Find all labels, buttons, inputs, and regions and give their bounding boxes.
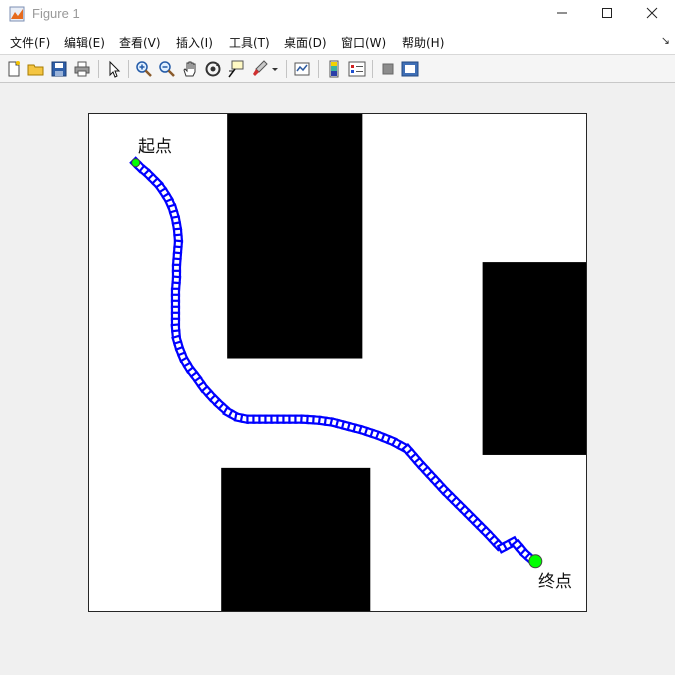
menu-help[interactable]: 帮助(H) bbox=[402, 34, 444, 51]
dock-arrow-icon[interactable]: ↘ bbox=[661, 34, 670, 47]
toolbar-separator bbox=[318, 60, 319, 78]
window-title: Figure 1 bbox=[32, 6, 80, 21]
close-icon bbox=[646, 7, 658, 19]
zoom-in-icon bbox=[136, 61, 152, 77]
start-point-marker bbox=[131, 158, 141, 168]
toolbar-separator bbox=[98, 60, 99, 78]
plot-svg bbox=[129, 114, 586, 611]
menu-window[interactable]: 窗口(W) bbox=[341, 34, 386, 51]
print-icon bbox=[74, 61, 90, 77]
menu-insert[interactable]: 插入(I) bbox=[176, 34, 213, 51]
toolbar-separator bbox=[128, 60, 129, 78]
data-cursor-icon bbox=[228, 60, 244, 78]
matlab-figure-icon bbox=[9, 6, 25, 22]
print-button[interactable] bbox=[72, 59, 92, 79]
end-point-marker bbox=[528, 554, 543, 569]
brush-dropdown[interactable] bbox=[270, 59, 280, 79]
legend-icon bbox=[348, 61, 366, 77]
show-plot-tools-button[interactable] bbox=[400, 59, 420, 79]
edit-plot-button[interactable] bbox=[104, 59, 124, 79]
brush-icon bbox=[253, 60, 268, 76]
save-icon bbox=[51, 61, 67, 77]
colorbar-icon bbox=[329, 60, 339, 78]
dropdown-arrow-icon bbox=[272, 68, 278, 71]
maximize-button[interactable] bbox=[584, 0, 630, 30]
hide-plot-tools-button[interactable] bbox=[378, 59, 398, 79]
menu-edit[interactable]: 编辑(E) bbox=[64, 34, 105, 51]
zoom-in-button[interactable] bbox=[134, 59, 154, 79]
plot-axes[interactable] bbox=[88, 113, 587, 612]
obstacle-rect bbox=[482, 262, 586, 455]
link-plot-icon bbox=[294, 62, 310, 76]
pan-hand-icon bbox=[183, 61, 196, 77]
title-bar: Figure 1 bbox=[0, 0, 675, 31]
colorbar-button[interactable] bbox=[324, 59, 344, 79]
maximize-icon bbox=[602, 8, 612, 18]
minimize-icon bbox=[557, 12, 567, 14]
hide-plot-tools-icon bbox=[382, 63, 394, 75]
menu-file[interactable]: 文件(F) bbox=[10, 34, 50, 51]
new-figure-button[interactable] bbox=[4, 59, 24, 79]
menu-desktop[interactable]: 桌面(D) bbox=[284, 34, 327, 51]
data-cursor-button[interactable] bbox=[226, 59, 246, 79]
edit-plot-arrow-icon bbox=[109, 60, 121, 78]
rotate-3d-icon bbox=[205, 61, 221, 77]
brush-button[interactable] bbox=[250, 59, 270, 79]
link-plot-button[interactable] bbox=[292, 59, 312, 79]
end-label: 终点 bbox=[538, 572, 572, 592]
toolbar-separator bbox=[372, 60, 373, 78]
rotate-3d-button[interactable] bbox=[203, 59, 223, 79]
save-button[interactable] bbox=[49, 59, 69, 79]
minimize-button[interactable] bbox=[539, 0, 585, 30]
open-file-icon bbox=[27, 64, 44, 76]
toolbar-separator bbox=[286, 60, 287, 78]
legend-button[interactable] bbox=[347, 59, 367, 79]
show-plot-tools-icon bbox=[401, 61, 419, 77]
zoom-out-button[interactable] bbox=[157, 59, 177, 79]
open-file-button[interactable] bbox=[26, 59, 46, 79]
zoom-out-icon bbox=[159, 61, 175, 77]
menu-tools[interactable]: 工具(T) bbox=[229, 34, 270, 51]
start-label: 起点 bbox=[138, 137, 172, 157]
menu-view[interactable]: 查看(V) bbox=[119, 34, 161, 51]
obstacle-rect bbox=[227, 114, 363, 359]
close-button[interactable] bbox=[629, 0, 675, 30]
pan-button[interactable] bbox=[180, 59, 200, 79]
new-figure-icon bbox=[8, 61, 20, 77]
menu-bar: 文件(F) 编辑(E) 查看(V) 插入(I) 工具(T) 桌面(D) 窗口(W… bbox=[0, 30, 675, 55]
obstacle-rect bbox=[221, 467, 371, 611]
figure-toolbar bbox=[0, 55, 675, 83]
